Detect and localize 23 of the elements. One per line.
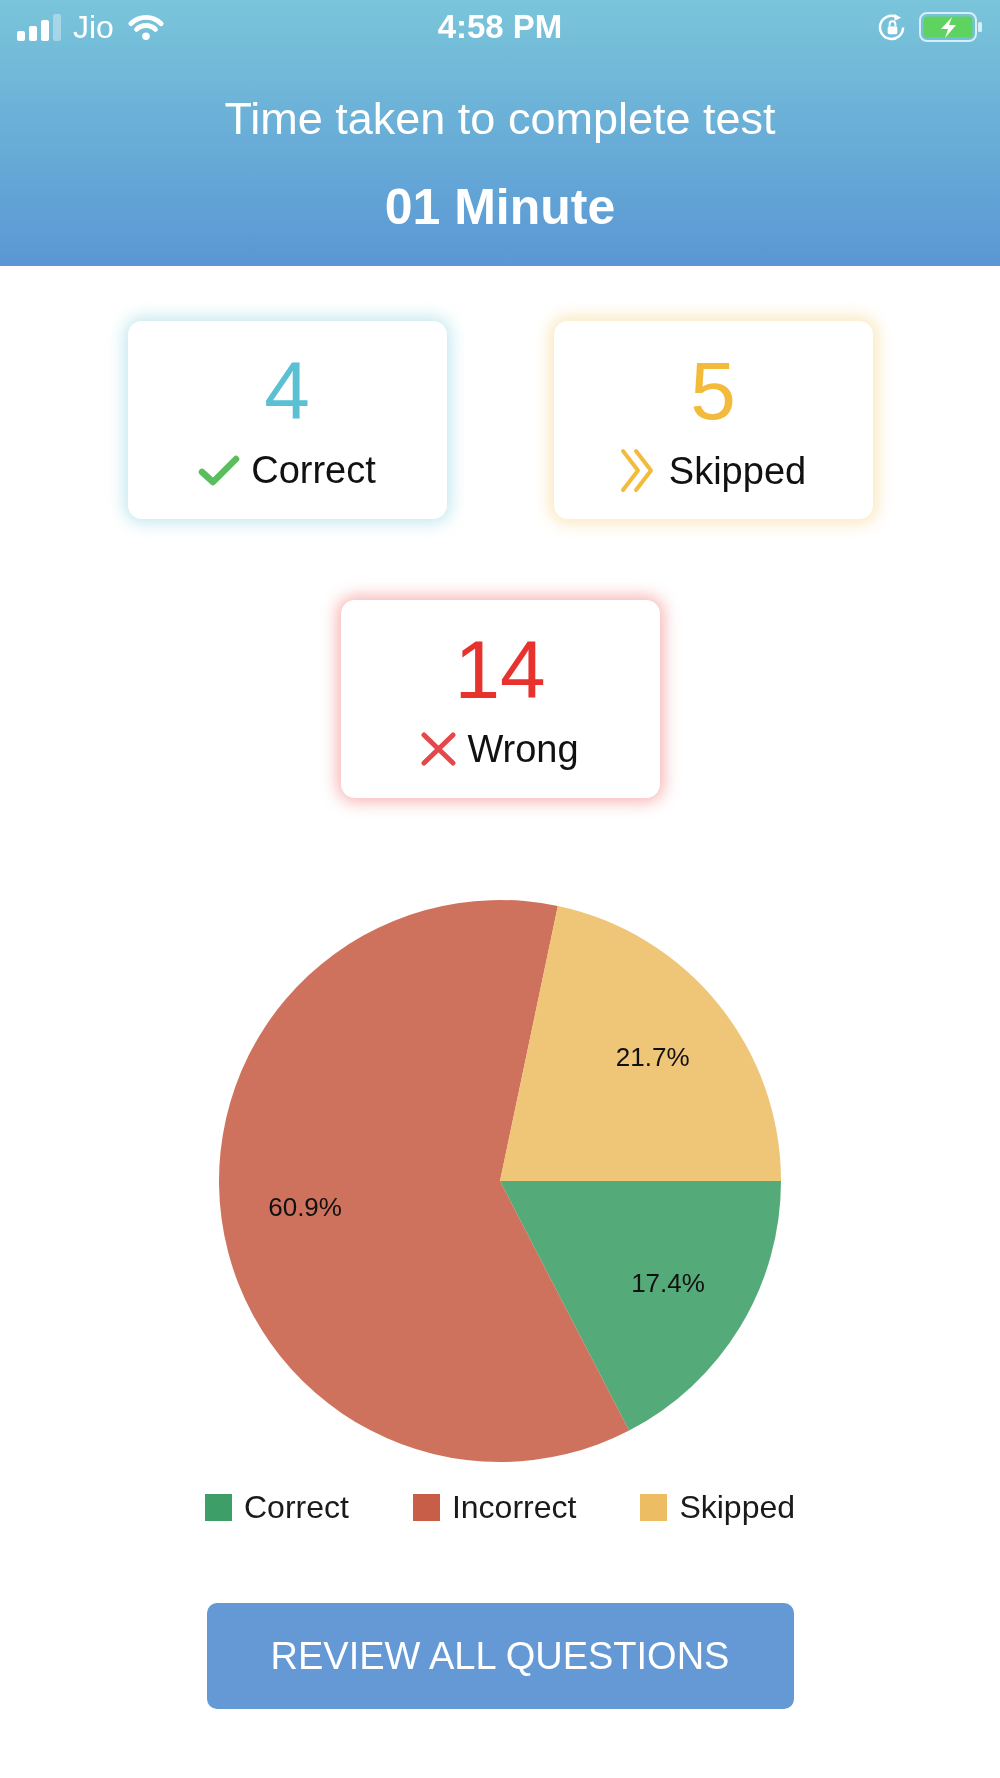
- duration-value: 01 Minute: [384, 179, 616, 235]
- carrier-name: Jio: [73, 8, 114, 46]
- stat-count: 14: [454, 626, 546, 714]
- check-icon: [198, 453, 241, 487]
- slice-label: 60.9%: [268, 1192, 342, 1223]
- review-button[interactable]: REVIEW ALL QUESTIONS: [206, 1603, 794, 1709]
- legend-label: Skipped: [679, 1488, 795, 1526]
- header-title: Time taken to complete test: [224, 93, 776, 145]
- battery-icon: [919, 12, 983, 42]
- slice-label: 17.4%: [631, 1268, 705, 1299]
- slice-label: 21.7%: [615, 1042, 690, 1073]
- legend-label: Correct: [244, 1488, 349, 1526]
- rotation-lock-icon: [878, 13, 907, 41]
- stat-count: 5: [690, 347, 736, 435]
- wifi-icon: [125, 13, 166, 41]
- cross-icon: [421, 732, 457, 766]
- stat-label: Wrong: [467, 727, 579, 771]
- signal-icon: [17, 13, 62, 41]
- clock-time: 4:58 PM: [437, 8, 563, 46]
- stat-label: Correct: [251, 448, 376, 492]
- legend-label: Incorrect: [451, 1488, 577, 1526]
- stat-label: Skipped: [668, 448, 807, 493]
- stat-count: 4: [264, 347, 310, 435]
